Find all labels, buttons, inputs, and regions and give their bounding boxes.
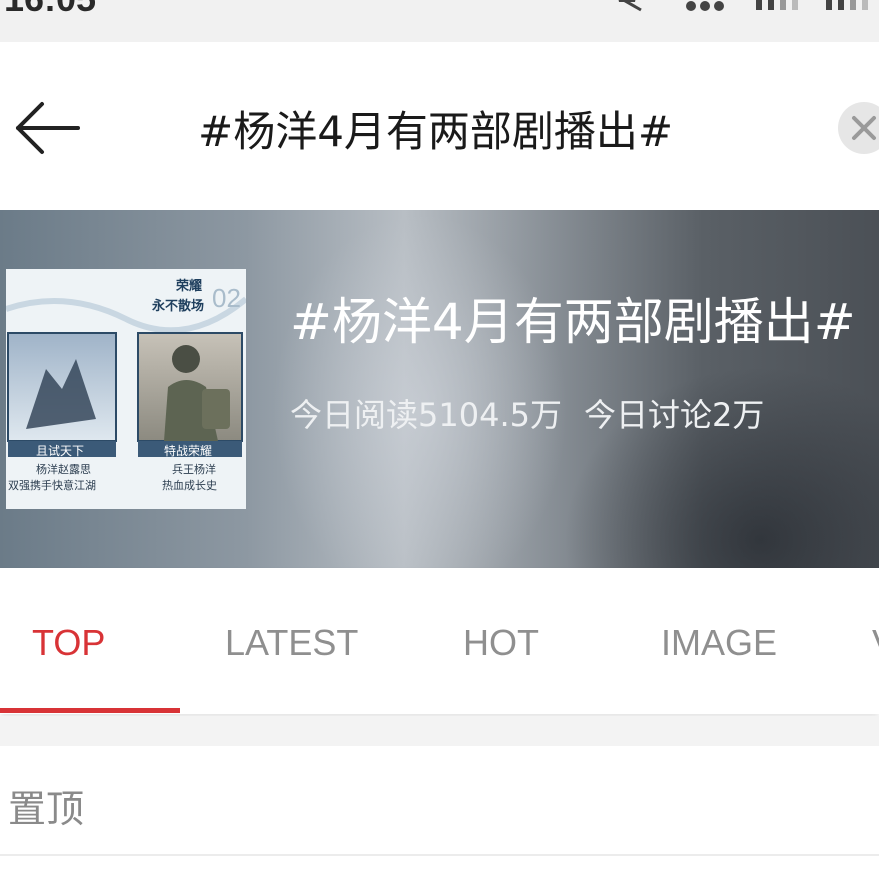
row-divider bbox=[0, 854, 879, 856]
tab-video[interactable]: V bbox=[872, 622, 879, 664]
cover-left-sub1: 杨洋赵露思 bbox=[36, 463, 91, 476]
topic-title: #杨洋4月有两部剧播出# bbox=[290, 293, 856, 351]
cover-heading-line2: 永不散场 bbox=[152, 299, 205, 314]
section-divider bbox=[0, 716, 879, 746]
status-time: 16:05 bbox=[4, 0, 96, 20]
tab-top[interactable]: TOP bbox=[32, 622, 105, 664]
pinned-section-header: 置顶 bbox=[0, 746, 879, 854]
topic-banner: 荣耀 永不散场 02 且试天下 特战荣耀 杨洋赵露思 双强携手快意江湖 兵王杨洋… bbox=[0, 210, 879, 568]
cover-number: 02 bbox=[212, 283, 241, 313]
discussions-count: 今日讨论2万 bbox=[583, 396, 765, 434]
cover-left-caption: 且试天下 bbox=[36, 444, 85, 458]
back-arrow-icon bbox=[16, 102, 80, 154]
cover-heading-line1: 荣耀 bbox=[176, 279, 203, 294]
topic-stats: 今日阅读5104.5万 今日讨论2万 bbox=[290, 390, 786, 436]
tab-latest[interactable]: LATEST bbox=[225, 622, 358, 664]
cover-right-sub2: 热血成长史 bbox=[162, 479, 217, 492]
cover-right-caption: 特战荣耀 bbox=[164, 444, 213, 458]
active-tab-indicator bbox=[0, 708, 180, 713]
clear-button[interactable] bbox=[838, 102, 879, 154]
back-button[interactable] bbox=[14, 100, 84, 156]
tab-bar: TOP LATEST HOT IMAGE V bbox=[0, 568, 879, 714]
pinned-label: 置顶 bbox=[8, 787, 85, 831]
cover-right-sub1: 兵王杨洋 bbox=[172, 463, 216, 476]
header: #杨洋4月有两部剧播出# bbox=[0, 42, 879, 210]
tab-image[interactable]: IMAGE bbox=[661, 622, 777, 664]
signal-icon-1 bbox=[756, 0, 798, 10]
wifi-icon bbox=[686, 1, 724, 11]
cover-left-sub2: 双强携手快意江湖 bbox=[8, 479, 96, 492]
close-icon bbox=[852, 116, 876, 140]
status-icons bbox=[599, 0, 879, 12]
tab-hot[interactable]: HOT bbox=[463, 622, 539, 664]
mute-bell-icon bbox=[618, 0, 642, 12]
status-bar: 16:05 bbox=[0, 0, 879, 42]
topic-cover-image[interactable]: 荣耀 永不散场 02 且试天下 特战荣耀 杨洋赵露思 双强携手快意江湖 兵王杨洋… bbox=[6, 269, 246, 509]
page-title: #杨洋4月有两部剧播出# bbox=[198, 107, 674, 156]
reads-count: 今日阅读5104.5万 bbox=[290, 396, 562, 434]
signal-icon-2 bbox=[826, 0, 868, 10]
